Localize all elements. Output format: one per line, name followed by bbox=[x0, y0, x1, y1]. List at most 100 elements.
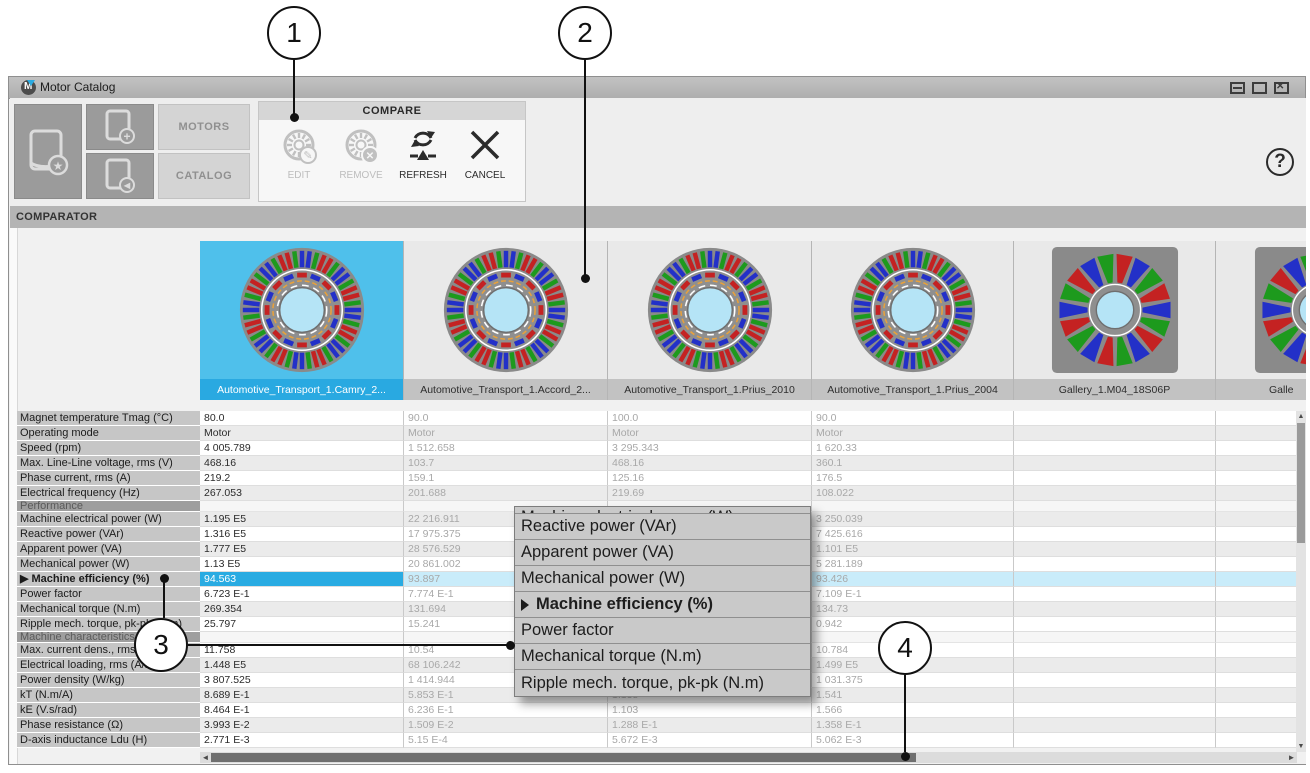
column-header-4[interactable]: Automotive_Transport_1.Prius_2004 bbox=[812, 379, 1014, 400]
horizontal-scrollbar[interactable]: ◄ ► bbox=[200, 752, 1297, 763]
table-cell[interactable] bbox=[1216, 733, 1306, 748]
table-cell[interactable]: 1.103 bbox=[608, 703, 812, 718]
popup-item[interactable]: Ripple mech. torque, pk-pk (N.m) bbox=[515, 670, 810, 696]
column-header-5[interactable]: Gallery_1.M04_18S06P bbox=[1014, 379, 1216, 400]
table-cell[interactable]: 94.563 bbox=[200, 572, 404, 587]
row-label[interactable]: Phase resistance (Ω) bbox=[17, 718, 200, 733]
table-cell[interactable] bbox=[1014, 703, 1216, 718]
table-cell[interactable]: 80.0 bbox=[200, 411, 404, 426]
table-cell[interactable] bbox=[1014, 572, 1216, 587]
table-cell[interactable]: 1 512.658 bbox=[404, 441, 608, 456]
table-cell[interactable]: 90.0 bbox=[404, 411, 608, 426]
table-cell[interactable] bbox=[1014, 426, 1216, 441]
table-cell[interactable]: 159.1 bbox=[404, 471, 608, 486]
table-cell[interactable]: 269.354 bbox=[200, 602, 404, 617]
table-cell[interactable] bbox=[1216, 658, 1306, 673]
table-cell[interactable] bbox=[1014, 587, 1216, 602]
table-cell[interactable] bbox=[1014, 673, 1216, 688]
edit-button[interactable]: ✎ EDIT bbox=[269, 124, 329, 196]
popup-item[interactable]: Reactive power (VAr) bbox=[515, 514, 810, 540]
row-label[interactable]: kT (N.m/A) bbox=[17, 688, 200, 703]
table-cell[interactable] bbox=[1216, 718, 1306, 733]
popup-item[interactable]: Machine efficiency (%) bbox=[515, 592, 810, 618]
table-cell[interactable]: 7.109 E-1 bbox=[812, 587, 1014, 602]
table-cell[interactable]: 219.2 bbox=[200, 471, 404, 486]
refresh-button[interactable]: REFRESH bbox=[393, 124, 453, 196]
column-header-1[interactable]: Automotive_Transport_1.Camry_2... bbox=[200, 379, 404, 400]
book-add-icon[interactable]: + bbox=[86, 104, 154, 150]
book-back-icon[interactable]: ◄ bbox=[86, 153, 154, 199]
scroll-left-icon[interactable]: ◄ bbox=[200, 752, 211, 763]
table-cell[interactable] bbox=[200, 501, 404, 512]
popup-item[interactable]: Mechanical power (W) bbox=[515, 566, 810, 592]
table-cell[interactable] bbox=[1216, 456, 1306, 471]
table-cell[interactable] bbox=[1014, 542, 1216, 557]
row-label[interactable]: D-axis inductance Ldu (H) bbox=[17, 733, 200, 748]
table-cell[interactable] bbox=[1216, 617, 1306, 632]
table-cell[interactable]: 134.73 bbox=[812, 602, 1014, 617]
row-label[interactable]: Mechanical torque (N.m) bbox=[17, 602, 200, 617]
section-row-label[interactable]: Performance bbox=[17, 501, 200, 512]
row-label[interactable]: Power factor bbox=[17, 587, 200, 602]
table-cell[interactable] bbox=[1014, 602, 1216, 617]
row-label[interactable]: Electrical frequency (Hz) bbox=[17, 486, 200, 501]
table-cell[interactable] bbox=[1216, 688, 1306, 703]
table-cell[interactable]: 468.16 bbox=[608, 456, 812, 471]
popup-item-clipped[interactable]: Machine electrical power (W) bbox=[515, 507, 810, 514]
table-cell[interactable] bbox=[1216, 512, 1306, 527]
table-cell[interactable] bbox=[1216, 643, 1306, 658]
column-header-6[interactable]: Galle bbox=[1216, 379, 1306, 400]
table-cell[interactable]: Motor bbox=[812, 426, 1014, 441]
table-cell[interactable]: 3 807.525 bbox=[200, 673, 404, 688]
row-label[interactable]: Speed (rpm) bbox=[17, 441, 200, 456]
table-cell[interactable] bbox=[1014, 632, 1216, 643]
table-cell[interactable] bbox=[1014, 527, 1216, 542]
table-cell[interactable] bbox=[1014, 471, 1216, 486]
table-cell[interactable]: 1.541 bbox=[812, 688, 1014, 703]
table-cell[interactable] bbox=[200, 632, 404, 643]
table-cell[interactable] bbox=[1216, 426, 1306, 441]
table-cell[interactable]: 1.448 E5 bbox=[200, 658, 404, 673]
table-cell[interactable] bbox=[812, 501, 1014, 512]
table-cell[interactable] bbox=[1216, 602, 1306, 617]
row-label[interactable]: Reactive power (VAr) bbox=[17, 527, 200, 542]
scroll-up-icon[interactable]: ▲ bbox=[1296, 411, 1306, 422]
table-cell[interactable]: 3 295.343 bbox=[608, 441, 812, 456]
table-cell[interactable] bbox=[1216, 572, 1306, 587]
popup-item[interactable]: Power factor bbox=[515, 618, 810, 644]
row-label[interactable]: Operating mode bbox=[17, 426, 200, 441]
table-cell[interactable] bbox=[1216, 501, 1306, 512]
table-cell[interactable] bbox=[1014, 441, 1216, 456]
table-cell[interactable]: 6.723 E-1 bbox=[200, 587, 404, 602]
table-cell[interactable]: Motor bbox=[404, 426, 608, 441]
table-cell[interactable] bbox=[1216, 471, 1306, 486]
table-cell[interactable] bbox=[1216, 632, 1306, 643]
table-cell[interactable]: 90.0 bbox=[812, 411, 1014, 426]
table-cell[interactable]: 219.69 bbox=[608, 486, 812, 501]
table-cell[interactable]: 2.771 E-3 bbox=[200, 733, 404, 748]
table-cell[interactable]: 1.509 E-2 bbox=[404, 718, 608, 733]
motor-thumbnail[interactable] bbox=[200, 241, 404, 379]
table-cell[interactable]: Motor bbox=[608, 426, 812, 441]
table-cell[interactable] bbox=[1216, 703, 1306, 718]
table-cell[interactable]: 5.672 E-3 bbox=[608, 733, 812, 748]
row-label[interactable]: kE (V.s/rad) bbox=[17, 703, 200, 718]
table-cell[interactable]: 1.195 E5 bbox=[200, 512, 404, 527]
table-cell[interactable] bbox=[1014, 512, 1216, 527]
table-cell[interactable]: 468.16 bbox=[200, 456, 404, 471]
row-label[interactable]: Mechanical power (W) bbox=[17, 557, 200, 572]
window-titlebar[interactable]: M Motor Catalog bbox=[9, 77, 1305, 99]
table-cell[interactable]: 1 031.375 bbox=[812, 673, 1014, 688]
popup-item[interactable]: Apparent power (VA) bbox=[515, 540, 810, 566]
table-cell[interactable] bbox=[1216, 441, 1306, 456]
table-cell[interactable]: 1.566 bbox=[812, 703, 1014, 718]
horizontal-scrollbar-thumb[interactable] bbox=[211, 753, 916, 762]
motors-button[interactable]: MOTORS bbox=[158, 104, 250, 150]
table-cell[interactable]: 1.288 E-1 bbox=[608, 718, 812, 733]
table-cell[interactable]: 108.022 bbox=[812, 486, 1014, 501]
table-cell[interactable] bbox=[1216, 587, 1306, 602]
table-cell[interactable]: 1.101 E5 bbox=[812, 542, 1014, 557]
table-cell[interactable] bbox=[1216, 527, 1306, 542]
table-cell[interactable] bbox=[1014, 411, 1216, 426]
table-cell[interactable]: 100.0 bbox=[608, 411, 812, 426]
